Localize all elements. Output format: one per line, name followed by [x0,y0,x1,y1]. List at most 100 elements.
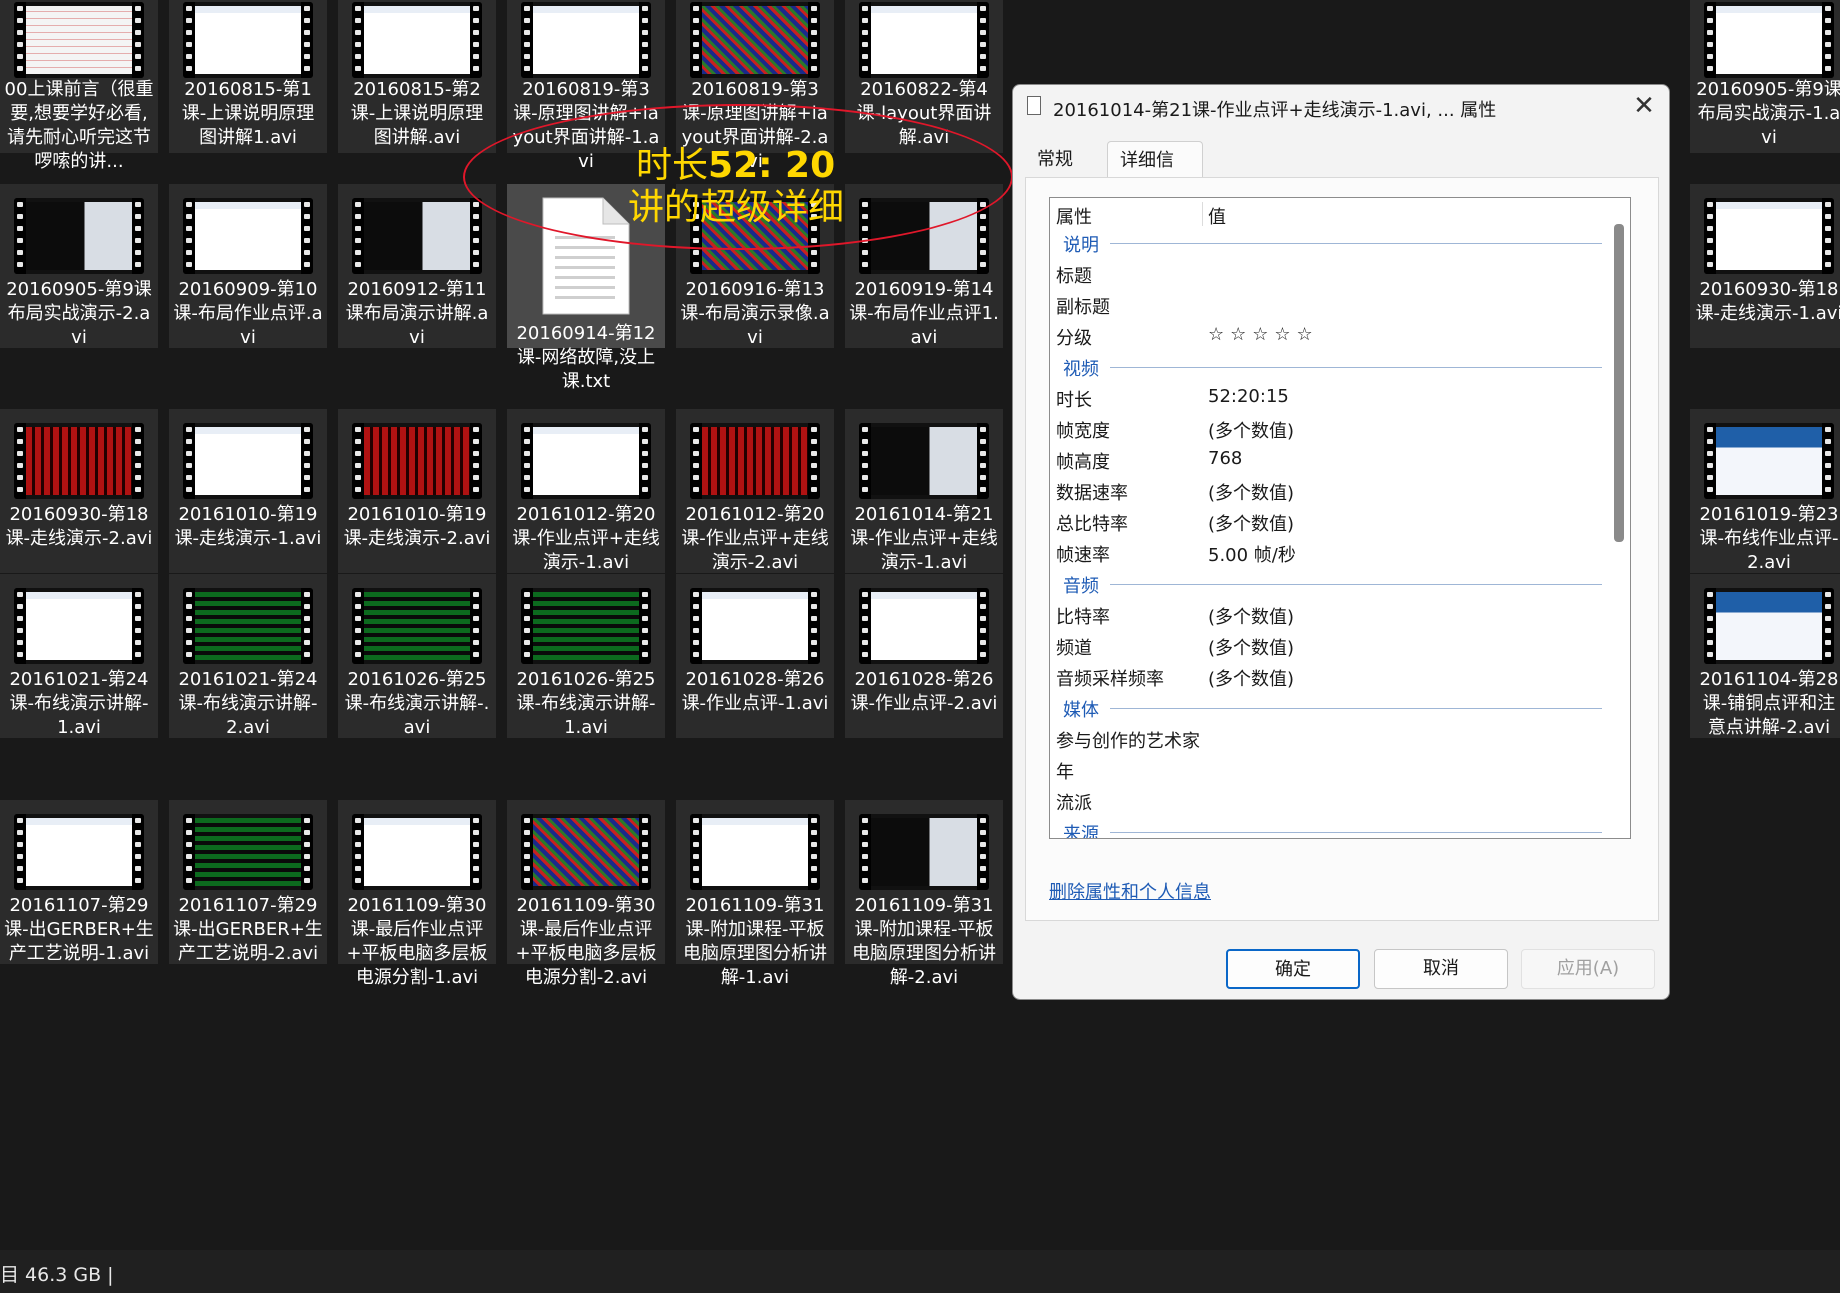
rating-stars[interactable]: ☆☆☆☆☆ [1208,324,1319,345]
property-row[interactable]: 帧宽度 (多个数值) [1050,414,1610,445]
list-header: 属性 值 [1050,198,1630,228]
property-row[interactable]: 数据速率 (多个数值) [1050,476,1610,507]
film-hole [862,451,868,456]
header-property[interactable]: 属性 [1056,203,1092,229]
apply-button[interactable]: 应用(A) [1521,949,1655,989]
cancel-button[interactable]: 取消 [1374,949,1508,989]
file-item[interactable]: 20160912-第11课布局演示讲解.avi [338,184,496,348]
film-hole [811,604,817,609]
property-row[interactable]: 比特率 (多个数值) [1050,600,1610,631]
film-hole [186,487,192,492]
property-row[interactable]: 分级 ☆☆☆☆☆ [1050,321,1610,352]
film-hole [1825,18,1831,23]
dialog-titlebar[interactable]: 20161014-第21课-作业点评+走线演示-1.avi, ... 属性 ✕ [1013,85,1669,129]
film-hole [473,427,479,432]
file-name: 20161109-第30课-最后作业点评+平板电脑多层板电源分割-1.avi [346,895,488,988]
film-hole [186,214,192,219]
file-item[interactable]: 20161019-第23课-布线作业点评-2.avi [1690,409,1840,573]
film-hole [642,427,648,432]
file-item[interactable]: 20160905-第9课布局实战演示-1.avi [1690,0,1840,153]
property-row[interactable]: 参与创作的艺术家 [1050,724,1610,755]
file-item[interactable]: 20160930-第18课-走线演示-2.avi [0,409,158,573]
file-item[interactable]: 20161026-第25课-布线演示讲解-1.avi [507,574,665,738]
file-item[interactable]: 20161109-第30课-最后作业点评+平板电脑多层板电源分割-2.avi [507,800,665,988]
ok-button[interactable]: 确定 [1226,949,1360,989]
film-hole [524,439,530,444]
property-group[interactable]: 媒体 [1050,693,1610,724]
film-strip [808,423,820,499]
film-hole [135,66,141,71]
file-item[interactable]: 20160815-第2课-上课说明原理图讲解.avi [338,0,496,153]
close-button[interactable]: ✕ [1629,91,1659,121]
property-row[interactable]: 帧高度 768 [1050,445,1610,476]
property-row[interactable]: 流派 [1050,786,1610,817]
file-item[interactable]: 20161021-第24课-布线演示讲解-2.avi [169,574,327,738]
thumbnail-screen [26,592,132,660]
property-group[interactable]: 来源 [1050,817,1610,838]
file-item[interactable]: 20161107-第29课-出GERBER+生产工艺说明-1.avi [0,800,158,964]
property-name: 帧高度 [1056,452,1110,473]
film-hole [693,250,699,255]
film-hole [693,30,699,35]
property-name: 音频采样频率 [1056,669,1164,690]
film-hole [811,830,817,835]
file-item[interactable]: 20161012-第20课-作业点评+走线演示-1.avi [507,409,665,573]
film-hole [17,439,23,444]
file-name: 20160914-第12课-网络故障,没上课.txt [516,323,656,392]
film-hole [811,6,817,11]
file-item[interactable]: 20161021-第24课-布线演示讲解-1.avi [0,574,158,738]
file-item[interactable]: 20161014-第21课-作业点评+走线演示-1.avi [845,409,1003,573]
film-hole [135,818,141,823]
property-group[interactable]: 视频 [1050,352,1610,383]
film-hole [186,226,192,231]
film-hole [524,42,530,47]
header-value[interactable]: 值 [1208,203,1226,229]
property-row[interactable]: 帧速率 5.00 帧/秒 [1050,538,1610,569]
property-list[interactable]: 属性 值 说明 标题 副标题 分级 ☆☆☆☆☆ 视频 时长 52:20:15 帧宽度 (多个数值)… [1049,197,1631,839]
tab-general[interactable]: 常规 [1025,141,1095,177]
film-hole [1707,451,1713,456]
file-item[interactable]: 20160909-第10课-布局作业点评.avi [169,184,327,348]
film-hole [642,475,648,480]
film-hole [1707,30,1713,35]
file-item[interactable]: 20161028-第26课-作业点评-2.avi [845,574,1003,738]
property-row[interactable]: 总比特率 (多个数值) [1050,507,1610,538]
video-thumbnail [521,2,651,78]
property-row[interactable]: 音频采样频率 (多个数值) [1050,662,1610,693]
file-item[interactable]: 20161109-第30课-最后作业点评+平板电脑多层板电源分割-1.avi [338,800,496,988]
thumbnail-screen [533,6,639,74]
property-row[interactable]: 时长 52:20:15 [1050,383,1610,414]
header-divider[interactable] [1202,202,1203,226]
file-item[interactable]: 20161107-第29课-出GERBER+生产工艺说明-2.avi [169,800,327,964]
property-row[interactable]: 频道 (多个数值) [1050,631,1610,662]
property-group[interactable]: 说明 [1050,228,1610,259]
film-hole [355,878,361,883]
file-item[interactable]: 20161109-第31课-附加课程-平板电脑原理图分析讲解-2.avi [845,800,1003,988]
scrollbar[interactable] [1614,224,1624,542]
file-item[interactable]: 20161109-第31课-附加课程-平板电脑原理图分析讲解-1.avi [676,800,834,988]
file-item[interactable]: 20160930-第18课-走线演示-1.avi [1690,184,1840,348]
file-item[interactable]: 20161010-第19课-走线演示-2.avi [338,409,496,573]
file-item[interactable]: 20161028-第26课-作业点评-1.avi [676,574,834,738]
property-group[interactable]: 音频 [1050,569,1610,600]
tab-details[interactable]: 详细信息 [1107,141,1203,209]
film-hole [642,830,648,835]
film-hole [473,439,479,444]
film-hole [355,226,361,231]
film-hole [1825,640,1831,645]
property-row[interactable]: 副标题 [1050,290,1610,321]
property-row[interactable]: 标题 [1050,259,1610,290]
file-item[interactable]: 20161010-第19课-走线演示-1.avi [169,409,327,573]
file-item[interactable]: 20160815-第1课-上课说明原理图讲解1.avi [169,0,327,153]
file-item[interactable]: 20160905-第9课布局实战演示-2.avi [0,184,158,348]
file-item[interactable]: 20161012-第20课-作业点评+走线演示-2.avi [676,409,834,573]
property-row[interactable]: 年 [1050,755,1610,786]
film-hole [980,18,986,23]
file-item[interactable]: 20161104-第28课-铺铜点评和注意点讲解-2.avi [1690,574,1840,738]
file-item[interactable]: 20161026-第25课-布线演示讲解-.avi [338,574,496,738]
film-hole [862,66,868,71]
remove-properties-link[interactable]: 删除属性和个人信息 [1049,878,1211,904]
file-item[interactable]: 00上课前言（很重要,想要学好必看,请先耐心听完这节啰嗦的讲... [0,0,158,172]
film-hole [642,42,648,47]
film-hole [524,30,530,35]
